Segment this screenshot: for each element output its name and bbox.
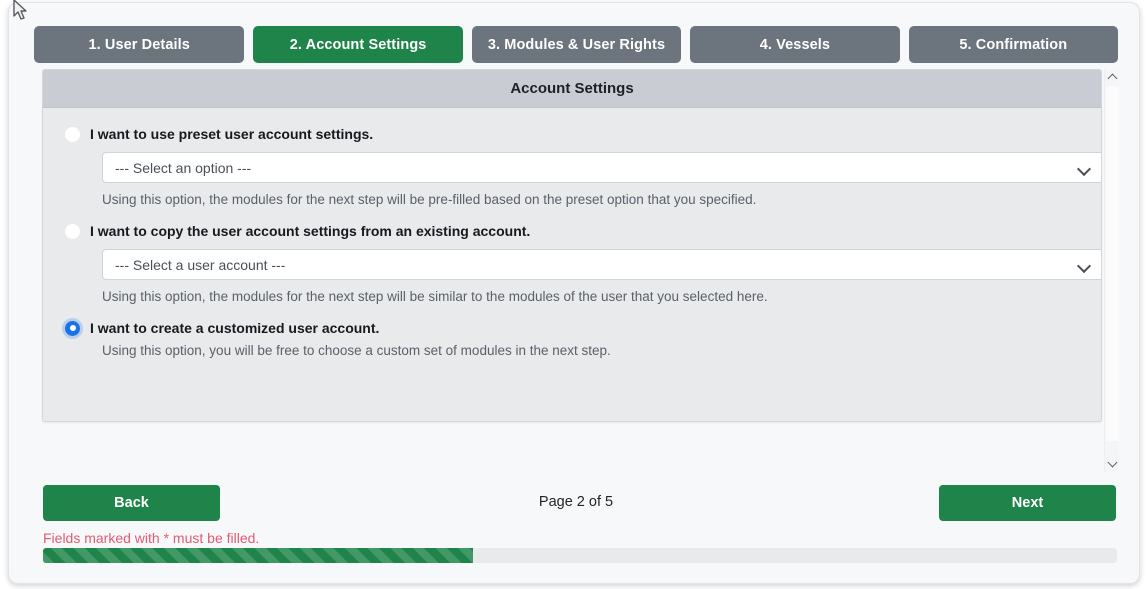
option-customized-header[interactable]: I want to create a customized user accou… bbox=[65, 318, 1079, 338]
chevron-up-glyph bbox=[1107, 73, 1118, 84]
tab-user-details-label: 1. User Details bbox=[88, 36, 190, 53]
progress-bar-track bbox=[43, 548, 1117, 563]
preset-option-select-value: --- Select an option --- bbox=[115, 159, 252, 176]
user-account-select[interactable]: --- Select a user account --- bbox=[102, 249, 1101, 280]
option-copy-label: I want to copy the user account settings… bbox=[90, 223, 531, 239]
option-copy-header[interactable]: I want to copy the user account settings… bbox=[65, 221, 1079, 241]
option-customized-body: Using this option, you will be free to c… bbox=[65, 343, 1079, 358]
radio-customized-account[interactable] bbox=[65, 320, 80, 336]
chevron-down-icon bbox=[1078, 258, 1092, 272]
chevron-down-glyph bbox=[1107, 457, 1118, 468]
wizard-window: 1. User Details 2. Account Settings 3. M… bbox=[8, 2, 1140, 584]
chevron-down-icon bbox=[1078, 161, 1092, 175]
tab-modules-user-rights-label: 3. Modules & User Rights bbox=[487, 36, 666, 53]
account-settings-panel: Account Settings I want to use preset us… bbox=[42, 69, 1102, 422]
option-customized-account: I want to create a customized user accou… bbox=[65, 318, 1079, 358]
radio-copy-existing-account[interactable] bbox=[65, 223, 80, 239]
tab-vessels-label: 4. Vessels bbox=[759, 36, 831, 53]
tab-account-settings-label: 2. Account Settings bbox=[289, 36, 427, 53]
progress-bar-fill bbox=[43, 548, 473, 563]
wizard-footer: Back Page 2 of 5 Next bbox=[34, 485, 1118, 521]
next-button[interactable]: Next bbox=[939, 485, 1116, 521]
tab-confirmation[interactable]: 5. Confirmation bbox=[908, 26, 1119, 63]
chevron-up-icon[interactable] bbox=[1105, 69, 1120, 85]
option-preset-body: --- Select an option --- Using this opti… bbox=[65, 152, 1101, 207]
tab-vessels[interactable]: 4. Vessels bbox=[690, 26, 900, 63]
preset-option-select[interactable]: --- Select an option --- bbox=[102, 152, 1101, 183]
validation-message: Fields marked with * must be filled. bbox=[43, 530, 260, 546]
option-copy-body: --- Select a user account --- Using this… bbox=[65, 249, 1101, 304]
option-preset-header[interactable]: I want to use preset user account settin… bbox=[65, 124, 1079, 144]
panel-body: I want to use preset user account settin… bbox=[43, 108, 1101, 368]
option-preset-label: I want to use preset user account settin… bbox=[90, 126, 374, 142]
tab-account-settings[interactable]: 2. Account Settings bbox=[253, 26, 463, 63]
panel-header: Account Settings bbox=[43, 70, 1101, 108]
page-title: Account Settings bbox=[510, 80, 634, 97]
chevron-down-icon[interactable] bbox=[1105, 456, 1120, 472]
scrollbar-thumb[interactable] bbox=[1106, 86, 1119, 441]
option-customized-label: I want to create a customized user accou… bbox=[90, 320, 380, 336]
wizard-step-tabs: 1. User Details 2. Account Settings 3. M… bbox=[34, 26, 1119, 63]
option-copy-existing-account: I want to copy the user account settings… bbox=[65, 221, 1101, 304]
tab-modules-user-rights[interactable]: 3. Modules & User Rights bbox=[471, 26, 682, 63]
option-customized-hint: Using this option, you will be free to c… bbox=[102, 343, 611, 358]
settings-scroll-region: Account Settings I want to use preset us… bbox=[42, 69, 1119, 472]
panel-scrollbar[interactable] bbox=[1104, 69, 1119, 472]
option-preset-settings: I want to use preset user account settin… bbox=[65, 124, 1101, 207]
radio-preset-settings[interactable] bbox=[65, 126, 80, 142]
tab-user-details[interactable]: 1. User Details bbox=[34, 26, 245, 63]
tab-confirmation-label: 5. Confirmation bbox=[959, 36, 1068, 53]
option-preset-hint: Using this option, the modules for the n… bbox=[102, 192, 757, 207]
user-account-select-value: --- Select a user account --- bbox=[115, 256, 286, 273]
option-copy-hint: Using this option, the modules for the n… bbox=[102, 289, 768, 304]
